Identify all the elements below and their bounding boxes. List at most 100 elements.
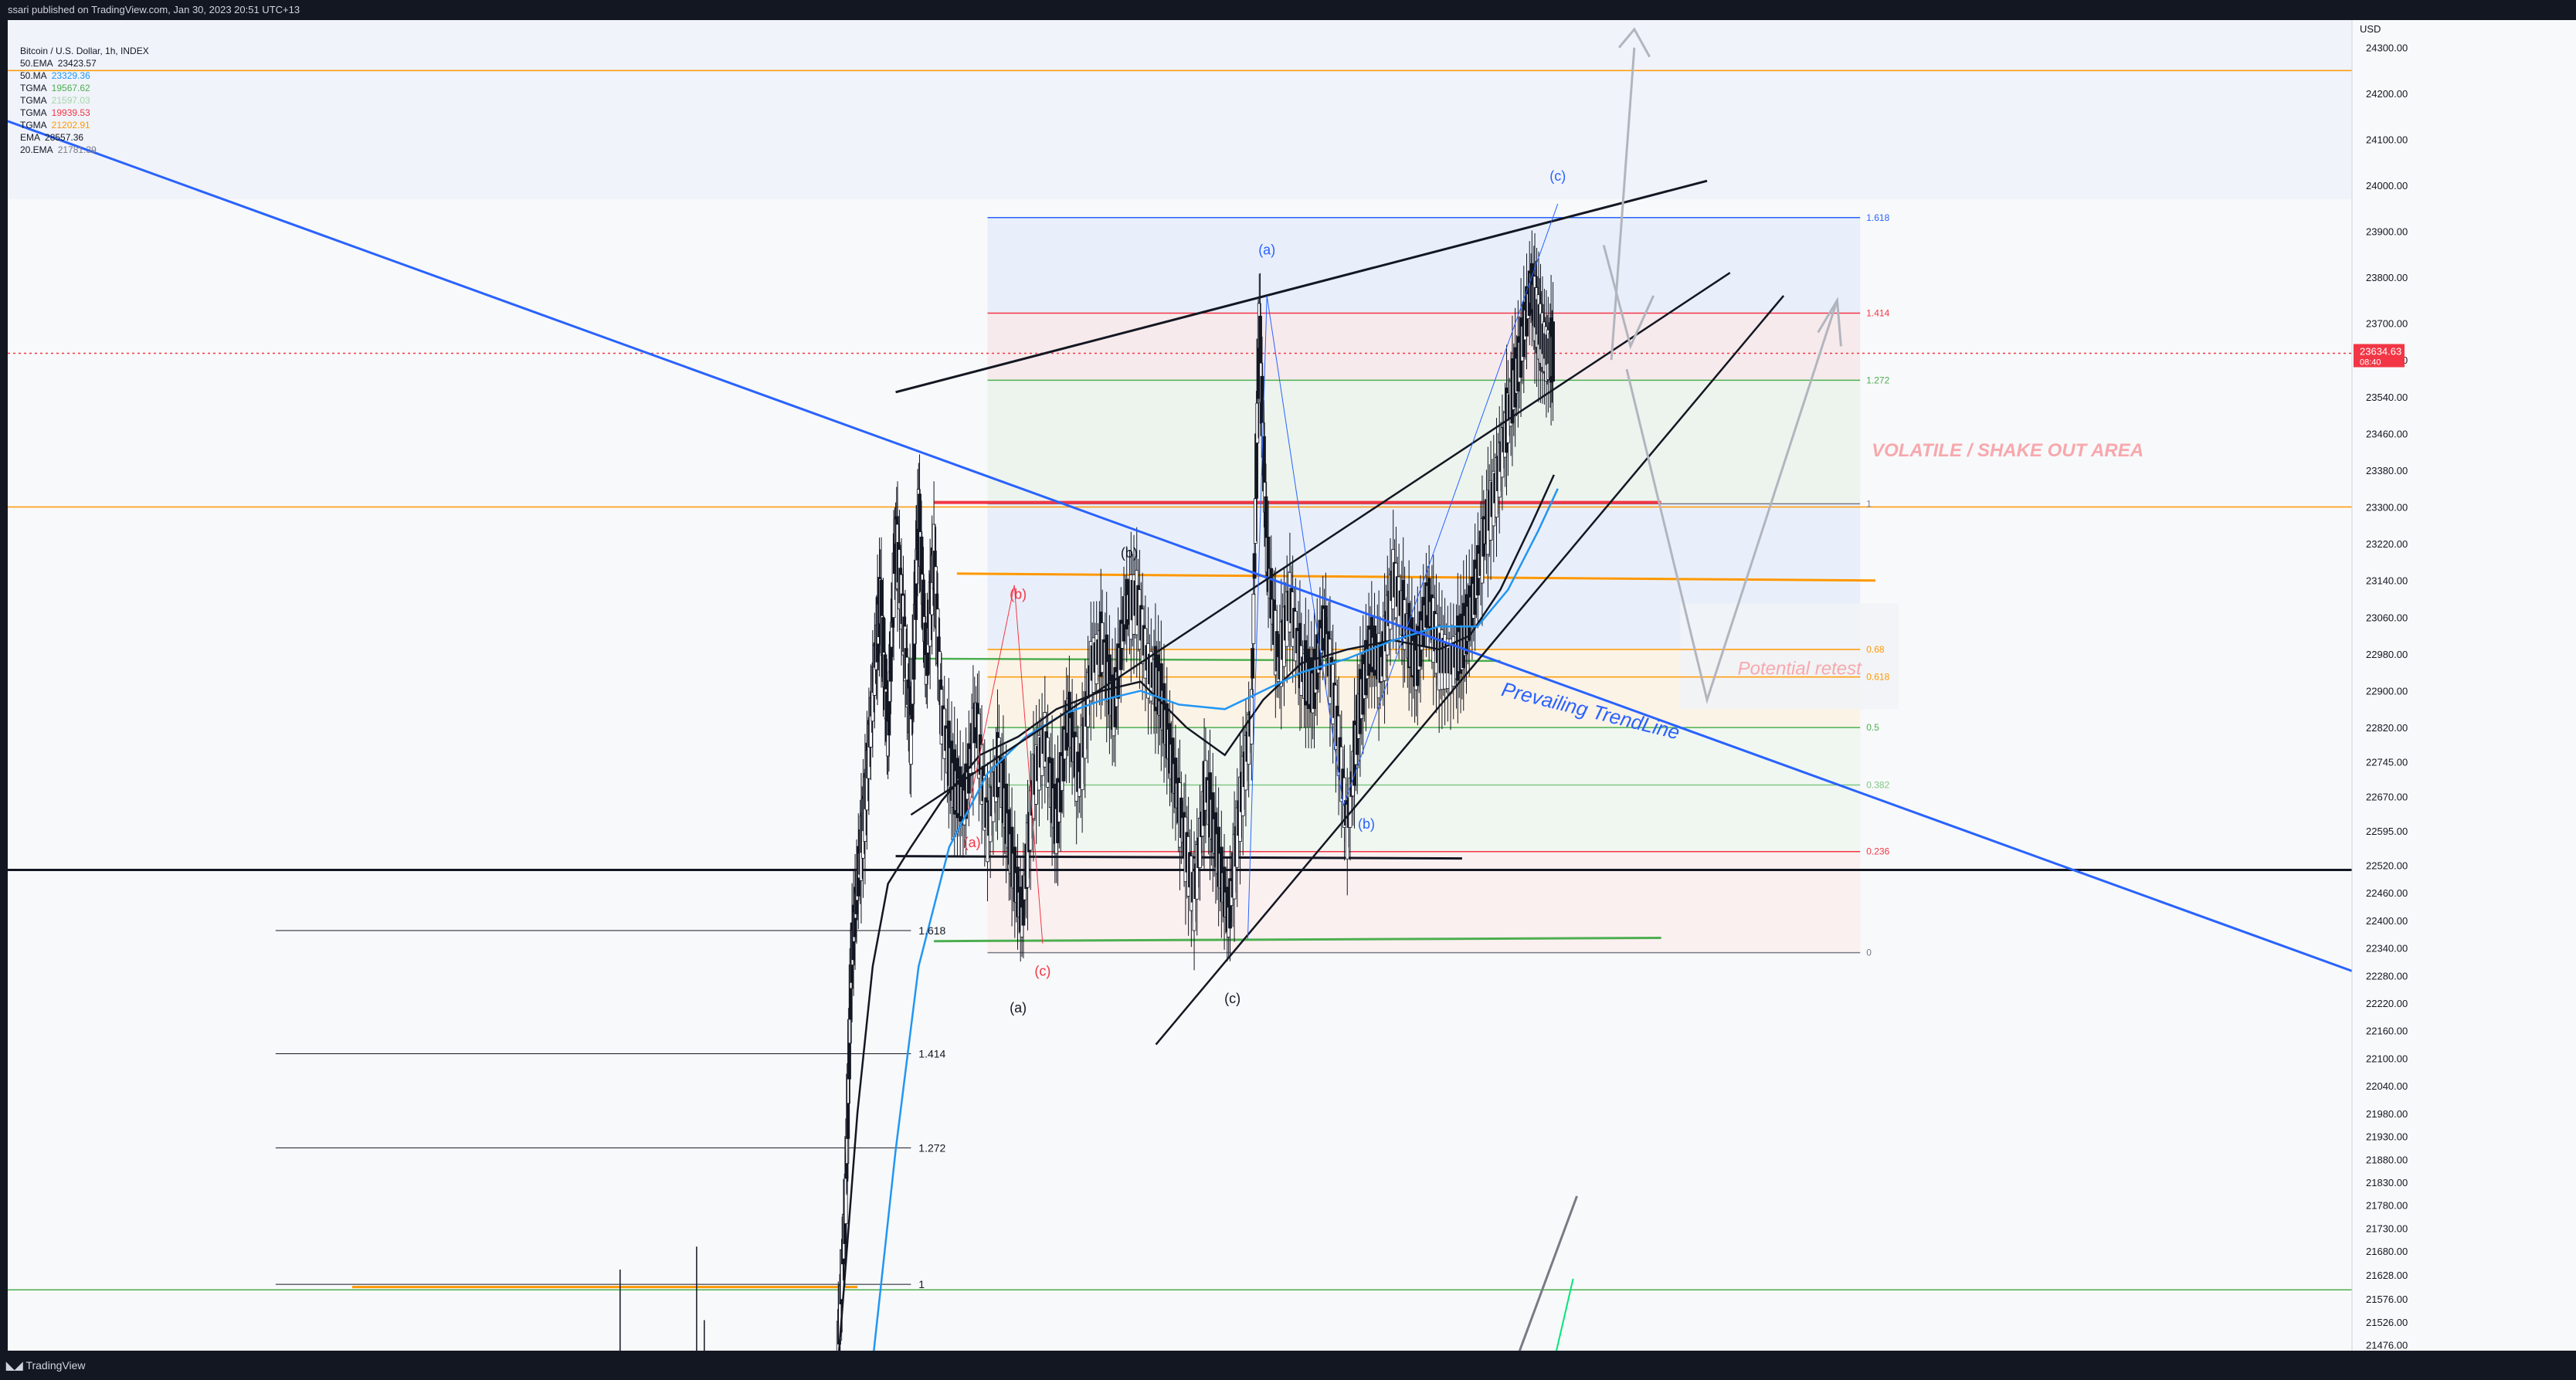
indicator-value: 28557.36 <box>45 132 84 143</box>
price-tick-label: 21576.00 <box>2366 1294 2408 1305</box>
legend-row[interactable]: EMA 28557.36 <box>20 131 149 144</box>
fib-zone <box>987 851 1861 953</box>
indicator-value: 21202.91 <box>51 120 90 131</box>
attribution-bar: ssari published on TradingView.com, Jan … <box>0 0 2576 20</box>
indicator-name: 50.MA <box>20 70 47 81</box>
price-tick-label: 21526.00 <box>2366 1317 2408 1328</box>
legend-row[interactable]: 20.EMA 21781.39 <box>20 144 149 156</box>
fib-level-label: 1.272 <box>1866 375 1889 385</box>
candle-body <box>1251 593 1256 644</box>
price-tick-label: 22160.00 <box>2366 1026 2408 1037</box>
fib-level-label: 1.618 <box>1866 212 1889 223</box>
fib-level-label: 0.236 <box>1866 846 1889 857</box>
price-tick-label: 21680.00 <box>2366 1246 2408 1257</box>
wave-label: (c) <box>1034 963 1050 978</box>
price-tick-label: 21730.00 <box>2366 1222 2408 1234</box>
symbol-title: Bitcoin / U.S. Dollar, 1h, INDEX <box>20 46 149 56</box>
indicator-value: 19939.53 <box>51 107 90 118</box>
fib-level-label: 0.5 <box>1866 722 1879 733</box>
price-tick-label: 22595.00 <box>2366 826 2408 837</box>
fib-ext-label: 1.414 <box>918 1047 945 1060</box>
price-chart[interactable]: 1.618 1.414 1.272 1 0.68 0.618 0.5 0.382 0.236 0 1… <box>7 20 2576 1380</box>
price-tick-label: 23060.00 <box>2366 612 2408 623</box>
footer-bar: ◣◢ TradingView <box>0 1351 2576 1380</box>
indicator-legend: Bitcoin / U.S. Dollar, 1h, INDEX 50.EMA 2… <box>20 45 149 156</box>
price-tick-label: 21780.00 <box>2366 1200 2408 1212</box>
price-tick-label: 21980.00 <box>2366 1108 2408 1120</box>
wave-label: (b) <box>1358 816 1375 832</box>
fib-level-label: 0 <box>1866 948 1872 958</box>
price-tick-label: 24100.00 <box>2366 134 2408 146</box>
indicator-name: TGMA <box>20 107 47 118</box>
indicator-value: 21597.03 <box>51 95 90 106</box>
price-tick-label: 23460.00 <box>2366 428 2408 439</box>
legend-row[interactable]: TGMA 19939.53 <box>20 107 149 119</box>
price-tick-label: 24300.00 <box>2366 42 2408 54</box>
legend-row[interactable]: TGMA 21597.03 <box>20 94 149 107</box>
candle-body <box>1551 321 1555 382</box>
price-tick-label: 22100.00 <box>2366 1053 2408 1064</box>
indicator-value: 19567.62 <box>51 83 90 93</box>
price-tick-label: 22900.00 <box>2366 686 2408 697</box>
price-tick-label: 23300.00 <box>2366 502 2408 514</box>
indicator-name: TGMA <box>20 120 47 131</box>
price-tick-label: 22670.00 <box>2366 791 2408 802</box>
price-tick-label: 23540.00 <box>2366 392 2408 403</box>
fib-zone <box>987 727 1861 785</box>
price-tick-label: 21476.00 <box>2366 1340 2408 1351</box>
wave-label: (a) <box>1258 242 1275 257</box>
price-tick-label: 21930.00 <box>2366 1131 2408 1143</box>
price-tick-label: 23220.00 <box>2366 538 2408 550</box>
legend-row[interactable]: TGMA 19567.62 <box>20 82 149 94</box>
indicator-name: 50.EMA <box>20 58 53 69</box>
price-tick-label: 22820.00 <box>2366 722 2408 734</box>
indicator-name: 20.EMA <box>20 144 53 155</box>
price-tick-label: 23700.00 <box>2366 318 2408 330</box>
volatile-area-label: VOLATILE / SHAKE OUT AREA <box>1872 440 2143 461</box>
price-tick-label: 22520.00 <box>2366 860 2408 872</box>
legend-row[interactable]: TGMA 21202.91 <box>20 119 149 131</box>
price-tick-label: 24000.00 <box>2366 180 2408 192</box>
fib-zone <box>987 380 1861 504</box>
price-tick-label: 22745.00 <box>2366 757 2408 768</box>
fib-zone <box>987 785 1861 852</box>
fib-zone <box>987 217 1861 314</box>
fib-level-label: 0.382 <box>1866 779 1889 790</box>
fib-ext-label: 1.272 <box>918 1141 945 1154</box>
wave-label: (a) <box>964 835 981 850</box>
indicator-name: TGMA <box>20 83 47 93</box>
attribution-text: ssari published on TradingView.com, Jan … <box>8 4 300 15</box>
price-tick-label: 22040.00 <box>2366 1080 2408 1092</box>
fib-zone <box>987 313 1861 381</box>
price-tick-label: 22400.00 <box>2366 915 2408 927</box>
fib-level-label: 0.68 <box>1866 644 1885 655</box>
tradingview-logo-icon: ◣◢ <box>6 1359 26 1372</box>
indicator-value: 21781.39 <box>57 144 97 155</box>
price-tick-label: 22460.00 <box>2366 887 2408 899</box>
price-tick-label: 23140.00 <box>2366 575 2408 587</box>
price-tick-label: 23900.00 <box>2366 226 2408 238</box>
wave-label: (b) <box>1010 587 1027 602</box>
fib-level-label: 1.414 <box>1866 308 1889 319</box>
indicator-name: TGMA <box>20 95 47 106</box>
fib-level-label: 1 <box>1866 498 1872 509</box>
legend-row[interactable]: 50.EMA 23423.57 <box>20 57 149 70</box>
price-tick-label: 21830.00 <box>2366 1177 2408 1188</box>
price-tag-countdown: 08:40 <box>2360 358 2381 367</box>
currency-label: USD <box>2360 23 2381 35</box>
chart-area[interactable]: 1.618 1.414 1.272 1 0.68 0.618 0.5 0.382 0.236 0 1… <box>7 20 2576 1380</box>
potential-retest-label: Potential retest <box>1738 659 1862 680</box>
price-tick-label: 22980.00 <box>2366 649 2408 660</box>
price-tick-label: 24200.00 <box>2366 88 2408 100</box>
wave-label: (a) <box>1010 1000 1027 1016</box>
legend-row[interactable]: 50.MA 23329.36 <box>20 70 149 82</box>
retest-box <box>1680 603 1899 710</box>
price-tag-value: 23634.63 <box>2360 345 2401 357</box>
wave-label: (c) <box>1224 991 1240 1006</box>
indicator-name: EMA <box>20 132 41 143</box>
fib-level-label: 0.618 <box>1866 672 1889 683</box>
price-tick-label: 22220.00 <box>2366 998 2408 1009</box>
wave-label: (c) <box>1549 168 1566 184</box>
price-tick-label: 21880.00 <box>2366 1154 2408 1165</box>
fib-ext-label: 1 <box>918 1278 925 1290</box>
